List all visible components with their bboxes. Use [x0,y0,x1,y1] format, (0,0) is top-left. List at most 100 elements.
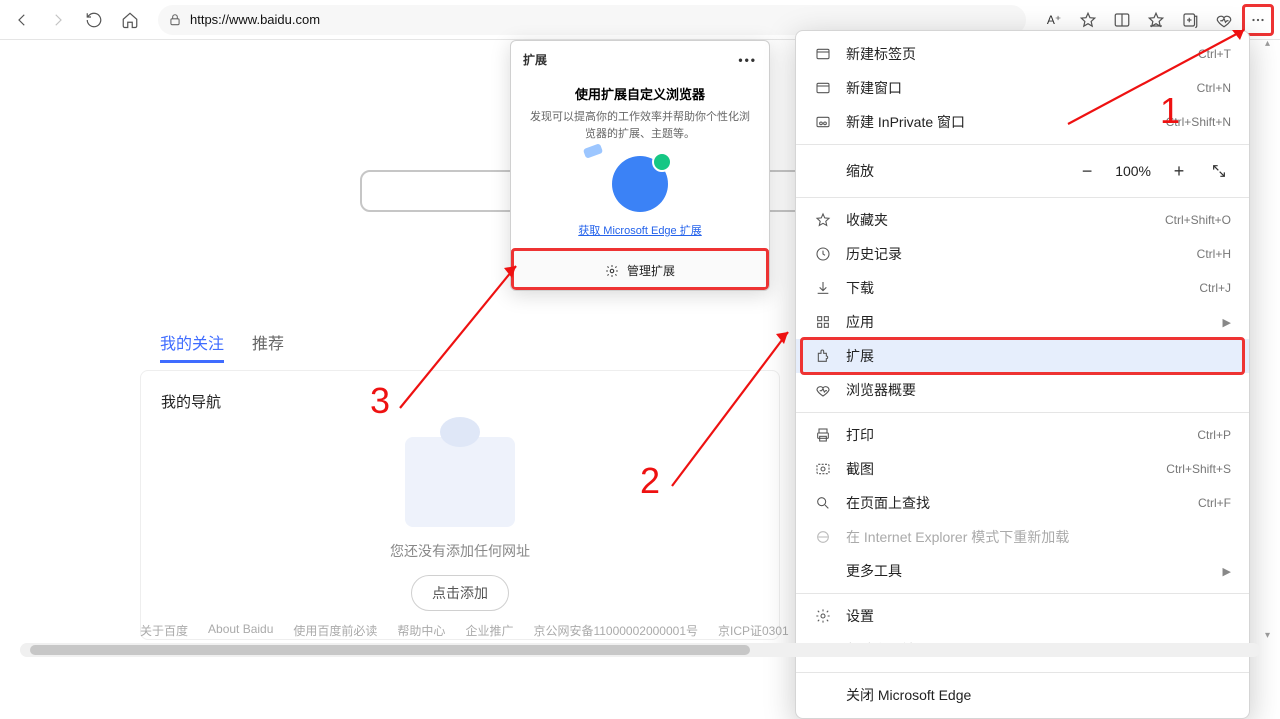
menu-item-label: 打印 [846,425,1183,445]
empty-illustration [405,437,515,527]
ext-popup-more-button[interactable]: ••• [738,53,757,67]
ie-icon [814,528,832,546]
puzzle-icon [612,156,668,212]
forward-button[interactable] [42,4,74,36]
annotation-2: 2 [640,460,660,502]
content-tabs: 我的关注 推荐 [160,330,284,363]
menu-more-tools[interactable]: 更多工具▶ [796,554,1249,588]
footer-link[interactable]: 京公网安备11000002000001号 [533,622,698,639]
menu-item-label: 新建标签页 [846,44,1184,64]
ext-popup-desc: 发现可以提高你的工作效率并帮助你个性化浏览器的扩展、主题等。 [529,109,751,142]
zoom-label: 缩放 [846,161,1061,181]
menu-separator [796,197,1249,198]
menu-accelerator: Ctrl+Shift+S [1166,462,1231,476]
zoom-out-button[interactable]: − [1075,159,1099,183]
menu-zoom-row: 缩放 − 100% + [796,150,1249,192]
back-button[interactable] [6,4,38,36]
menu-ie-mode: 在 Internet Explorer 模式下重新加载 [796,520,1249,554]
menu-find[interactable]: 在页面上查找 Ctrl+F [796,486,1249,520]
menu-new-inprivate[interactable]: 新建 InPrivate 窗口Ctrl+Shift+N [796,105,1249,139]
grid-icon [814,313,832,331]
menu-separator [796,672,1249,673]
menu-accelerator: Ctrl+N [1197,81,1231,95]
tab-icon [814,45,832,63]
menu-item-label: 新建窗口 [846,78,1183,98]
pulse-icon [814,381,832,399]
menu-accelerator: Ctrl+P [1197,428,1231,442]
menu-screenshot[interactable]: 截图 Ctrl+Shift+S [796,452,1249,486]
footer-link[interactable]: 关于百度 [140,622,188,639]
menu-extensions[interactable]: 扩展 [796,339,1249,373]
zoom-value: 100% [1115,163,1151,179]
menu-history[interactable]: 历史记录 Ctrl+H [796,237,1249,271]
menu-item-label: 更多工具 [846,561,1209,581]
capture-icon [814,460,832,478]
vertical-scrollbar[interactable] [1262,40,1278,639]
footer-link[interactable]: 使用百度前必读 [293,622,377,639]
my-nav-title: 我的导航 [161,391,759,412]
menu-item-label: 下载 [846,278,1185,298]
get-extensions-link[interactable]: 获取 Microsoft Edge 扩展 [529,222,751,238]
gear-icon [814,607,832,625]
url-text: https://www.baidu.com [190,12,320,27]
footer-link[interactable]: 企业推广 [465,622,513,639]
menu-accelerator: Ctrl+T [1198,47,1231,61]
menu-close-label: 关闭 Microsoft Edge [846,685,1231,705]
clock-icon [814,245,832,263]
menu-item-label: 应用 [846,312,1209,332]
menu-item-label: 在页面上查找 [846,493,1184,513]
footer-link[interactable]: 帮助中心 [397,622,445,639]
tab-recommend[interactable]: 推荐 [252,330,284,363]
ext-popup-headline: 使用扩展自定义浏览器 [529,84,751,103]
menu-accelerator: Ctrl+F [1198,496,1231,510]
browser-menu: 新建标签页Ctrl+T新建窗口Ctrl+N新建 InPrivate 窗口Ctrl… [795,30,1250,719]
lock-icon [168,13,182,27]
menu-print[interactable]: 打印 Ctrl+P [796,418,1249,452]
zoom-in-button[interactable]: + [1167,159,1191,183]
tab-follow[interactable]: 我的关注 [160,330,224,363]
empty-text: 您还没有添加任何网址 [390,541,530,561]
menu-item-label: 设置 [846,606,1231,626]
menu-item-label: 截图 [846,459,1152,479]
menu-close-edge[interactable]: 关闭 Microsoft Edge [796,678,1249,712]
ext-popup-title: 扩展 [523,51,547,68]
horizontal-scrollbar[interactable] [20,643,1260,657]
annotation-3: 3 [370,380,390,422]
menu-apps[interactable]: 应用 ▶ [796,305,1249,339]
menu-essentials[interactable]: 浏览器概要 [796,373,1249,407]
manage-extensions-button[interactable]: 管理扩展 [511,250,769,290]
extensions-popup: 扩展 ••• 使用扩展自定义浏览器 发现可以提高你的工作效率并帮助你个性化浏览器… [510,40,770,291]
menu-item-label: 在 Internet Explorer 模式下重新加载 [846,527,1231,547]
baidu-footer: 关于百度 About Baidu 使用百度前必读 帮助中心 企业推广 京公网安备… [140,622,789,639]
menu-new-window[interactable]: 新建窗口 Ctrl+N [796,71,1249,105]
menu-item-label: 历史记录 [846,244,1183,264]
inprivate-icon [814,113,832,131]
menu-downloads[interactable]: 下载 Ctrl+J [796,271,1249,305]
home-button[interactable] [114,4,146,36]
manage-extensions-label: 管理扩展 [627,262,675,279]
star-icon [814,211,832,229]
my-nav-card: 我的导航 您还没有添加任何网址 点击添加 [140,370,780,640]
menu-separator [796,593,1249,594]
menu-favorites[interactable]: 收藏夹Ctrl+Shift+O [796,203,1249,237]
fullscreen-button[interactable] [1207,159,1231,183]
menu-item-label: 扩展 [846,346,1231,366]
gear-icon [605,264,619,278]
menu-accelerator: Ctrl+J [1199,281,1231,295]
add-site-button[interactable]: 点击添加 [411,575,509,611]
footer-link[interactable]: About Baidu [208,622,273,639]
refresh-button[interactable] [78,4,110,36]
chevron-right-icon: ▶ [1223,316,1231,329]
menu-item-label: 新建 InPrivate 窗口 [846,112,1152,132]
blank-icon [814,562,832,580]
window-icon [814,79,832,97]
find-icon [814,494,832,512]
print-icon [814,426,832,444]
annotation-1: 1 [1160,90,1180,132]
download-icon [814,279,832,297]
footer-link[interactable]: 京ICP证0301 [718,622,789,639]
menu-settings[interactable]: 设置 [796,599,1249,633]
menu-accelerator: Ctrl+Shift+O [1165,213,1231,227]
menu-new-tab[interactable]: 新建标签页 Ctrl+T [796,37,1249,71]
menu-accelerator: Ctrl+H [1197,247,1231,261]
